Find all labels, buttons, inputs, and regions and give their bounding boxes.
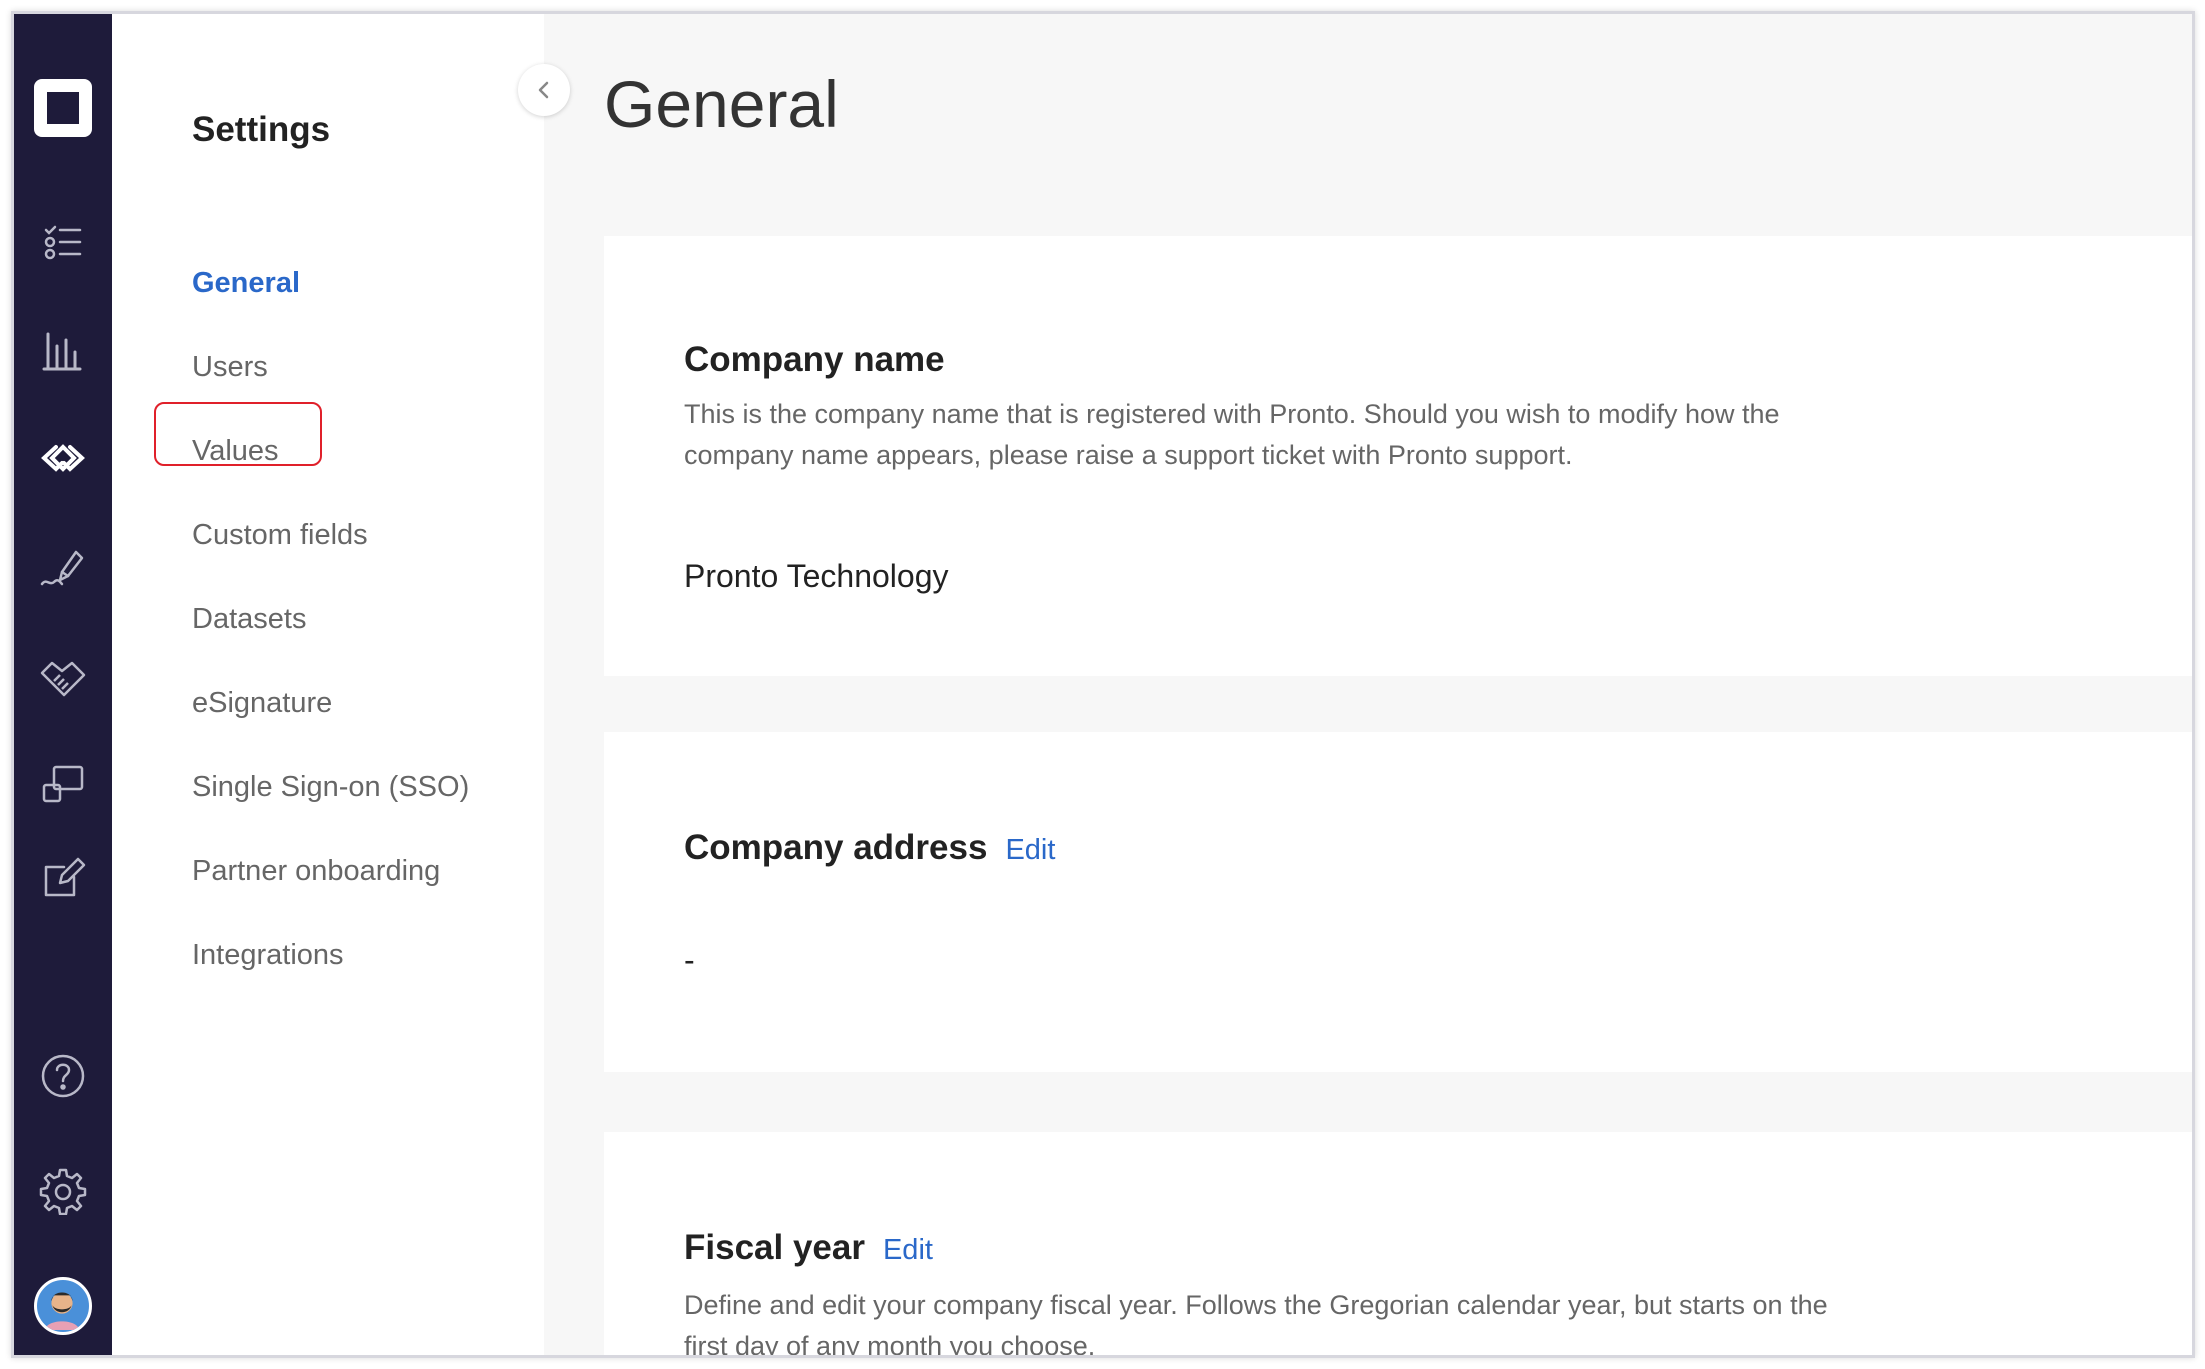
nav-item-custom-fields[interactable]: Custom fields [192,519,368,552]
fiscal-year-title: Fiscal year Edit [684,1228,933,1268]
nav-item-esignature[interactable]: eSignature [192,687,332,720]
company-name-value: Pronto Technology [684,558,949,594]
help-icon[interactable] [14,1044,112,1108]
app-window: Settings General Users Values Custom fie… [11,11,2195,1358]
nav-item-datasets[interactable]: Datasets [192,603,306,636]
collapse-sidebar-button[interactable] [518,64,570,116]
fiscal-year-edit-link[interactable]: Edit [883,1234,933,1266]
company-address-title: Company address Edit [684,828,1055,868]
company-address-value: - [684,942,695,978]
checklist-icon[interactable] [14,210,112,274]
company-address-edit-link[interactable]: Edit [1005,834,1055,866]
page-title: General [604,67,839,141]
nav-item-integrations[interactable]: Integrations [192,939,344,972]
nav-item-users[interactable]: Users [192,351,268,384]
company-address-card: Company address Edit - [604,732,2192,1072]
logo-icon[interactable] [14,76,112,140]
edit-icon[interactable] [14,846,112,910]
fiscal-year-card: Fiscal year Edit Define and edit your com… [604,1132,2192,1358]
settings-title: Settings [192,110,331,149]
avatar[interactable] [14,1274,112,1338]
devices-icon[interactable] [14,752,112,816]
nav-item-sso[interactable]: Single Sign-on (SSO) [192,771,469,804]
icon-rail [14,14,112,1355]
signature-pen-icon[interactable] [14,535,112,599]
company-name-description: This is the company name that is registe… [684,399,1780,470]
nav-item-partner-onboarding[interactable]: Partner onboarding [192,855,440,888]
handshake-icon[interactable] [14,644,112,708]
nav-item-general[interactable]: General [192,267,300,300]
company-address-title-text: Company address [684,828,988,867]
fiscal-year-description: Define and edit your company fiscal year… [684,1290,1828,1358]
chevron-left-icon [538,81,549,99]
settings-sidebar: Settings General Users Values Custom fie… [112,14,544,1355]
gear-icon[interactable] [14,1158,112,1222]
nav-item-values[interactable]: Values [192,435,279,468]
company-name-card: Company name This is the company name th… [604,236,2192,676]
values-icon[interactable] [14,426,112,490]
company-name-title: Company name [684,340,945,379]
fiscal-year-title-text: Fiscal year [684,1228,865,1267]
bar-chart-icon[interactable] [14,319,112,383]
